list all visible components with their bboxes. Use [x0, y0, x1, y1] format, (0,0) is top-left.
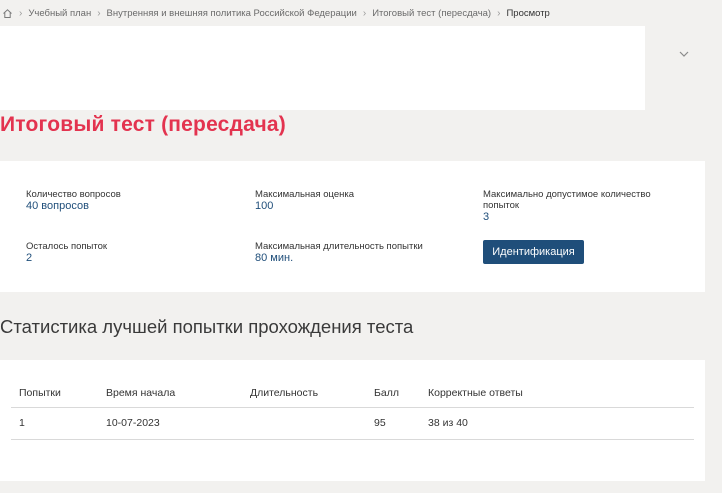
max-attempts-value: 3	[483, 211, 490, 223]
table-header-row: Попытки Время начала Длительность Балл К…	[11, 379, 694, 408]
max-attempts-info: Максимально допустимое количество попыто…	[483, 189, 653, 224]
questions-count-label: Количество вопросов	[26, 189, 121, 200]
identification-button[interactable]: Идентификация	[483, 240, 584, 264]
questions-count-value: 40 вопросов	[26, 200, 89, 212]
max-score-label: Максимальная оценка	[255, 189, 355, 200]
chevron-down-icon[interactable]	[676, 46, 692, 62]
header-banner	[0, 26, 645, 110]
cell-attempt: 1	[11, 407, 98, 440]
stats-table: Попытки Время начала Длительность Балл К…	[11, 379, 694, 440]
column-header-start-time: Время начала	[98, 379, 242, 408]
column-header-correct-answers: Корректные ответы	[420, 379, 694, 408]
breadcrumb-item-course[interactable]: Внутренняя и внешняя политика Российской…	[107, 8, 357, 19]
table-row: 1 10-07-2023 95 38 из 40	[11, 407, 694, 440]
attempts-left-info: Осталось попыток 2	[26, 241, 107, 265]
test-info-card: Количество вопросов 40 вопросов Максимал…	[0, 161, 705, 292]
breadcrumb-separator-icon: ›	[97, 7, 101, 19]
breadcrumb-separator-icon: ›	[362, 7, 367, 19]
breadcrumb-item-test[interactable]: Итоговый тест (пересдача)	[372, 8, 491, 19]
max-duration-label: Максимальная длительность попытки	[255, 241, 423, 252]
breadcrumb-item-current: Просмотр	[506, 7, 550, 19]
max-score-value: 100	[255, 200, 274, 212]
max-score-info: Максимальная оценка 100	[255, 189, 354, 213]
attempts-left-label: Осталось попыток	[26, 241, 108, 252]
max-attempts-label: Максимально допустимое количество попыто…	[483, 189, 651, 211]
page-title: Итоговый тест (пересдача)	[0, 113, 286, 136]
breadcrumb: › Учебный план › Внутренняя и внешняя по…	[2, 4, 550, 22]
home-icon[interactable]	[2, 8, 13, 19]
cell-correct-answers: 38 из 40	[420, 407, 694, 440]
breadcrumb-item-curriculum[interactable]: Учебный план	[28, 8, 91, 19]
breadcrumb-separator-icon: ›	[19, 7, 23, 19]
column-header-duration: Длительность	[242, 379, 366, 408]
cell-duration	[242, 407, 366, 440]
stats-title: Статистика лучшей попытки прохождения те…	[0, 316, 414, 337]
attempts-left-value: 2	[26, 252, 33, 264]
breadcrumb-separator-icon: ›	[497, 7, 501, 19]
max-duration-info: Максимальная длительность попытки 80 мин…	[255, 241, 423, 265]
column-header-score: Балл	[366, 379, 420, 408]
column-header-attempts: Попытки	[11, 379, 98, 408]
cell-start-time: 10-07-2023	[98, 407, 242, 440]
stats-card: Попытки Время начала Длительность Балл К…	[0, 360, 705, 481]
cell-score: 95	[366, 407, 420, 440]
max-duration-value: 80 мин.	[255, 252, 294, 264]
questions-count-info: Количество вопросов 40 вопросов	[26, 189, 121, 213]
